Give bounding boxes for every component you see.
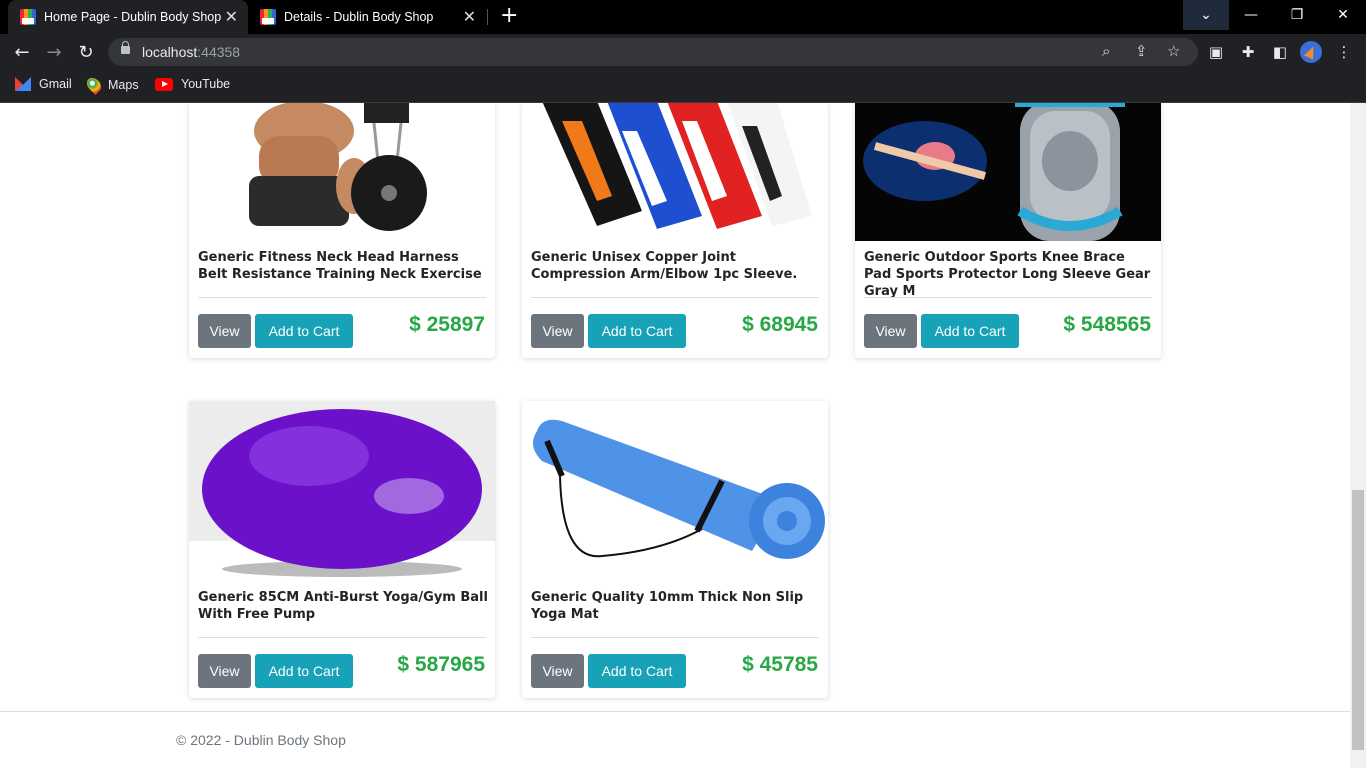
product-title[interactable]: Generic Quality 10mm Thick Non Slip Yoga… [531, 589, 821, 623]
product-card: Generic 85CM Anti-Burst Yoga/Gym Ball Wi… [189, 401, 495, 698]
address-bar[interactable]: localhost:44358 ⌕ ⇪ ☆ [108, 38, 1198, 66]
back-arrow-icon[interactable]: ← [10, 40, 34, 64]
product-price: $ 587965 [397, 653, 485, 676]
product-price: $ 68945 [742, 313, 818, 336]
youtube-icon [155, 77, 173, 91]
product-title[interactable]: Generic Outdoor Sports Knee Brace Pad Sp… [864, 249, 1154, 300]
knee-brace-image[interactable] [855, 103, 1161, 241]
product-card: Generic Fitness Neck Head Harness Belt R… [189, 103, 495, 358]
browser-tab-bar: Home Page - Dublin Body Shop ✕ Details -… [0, 0, 1366, 34]
tab-title: Home Page - Dublin Body Shop [44, 10, 222, 24]
reload-icon[interactable]: ↻ [74, 40, 98, 64]
divider [531, 637, 819, 638]
product-card: Generic Quality 10mm Thick Non Slip Yoga… [522, 401, 828, 698]
footer-divider [0, 711, 1350, 712]
view-button[interactable]: View [531, 314, 584, 348]
add-to-cart-button[interactable]: Add to Cart [588, 654, 686, 688]
url-text: localhost:44358 [142, 44, 241, 60]
maps-icon [84, 75, 104, 95]
product-card: Generic Unisex Copper Joint Compression … [522, 103, 828, 358]
share-icon[interactable]: ⇪ [1135, 42, 1148, 60]
bookmark-label: YouTube [181, 77, 231, 91]
bookmark-label: Gmail [39, 77, 72, 91]
scrollbar-thumb[interactable] [1352, 490, 1364, 750]
tab-details[interactable]: Details - Dublin Body Shop ✕ [248, 0, 486, 34]
close-tab-icon[interactable]: ✕ [463, 7, 476, 27]
arm-sleeves-image[interactable] [522, 103, 828, 241]
product-title[interactable]: Generic Unisex Copper Joint Compression … [531, 249, 821, 283]
tab-search-chevron-icon[interactable]: ⌄ [1183, 0, 1229, 30]
lock-icon[interactable] [121, 41, 130, 54]
tab-separator [487, 9, 488, 25]
restore-icon[interactable]: ❐ [1274, 0, 1320, 30]
close-tab-icon[interactable]: ✕ [225, 7, 238, 27]
minimize-icon[interactable]: — [1228, 0, 1274, 30]
tab-title: Details - Dublin Body Shop [284, 10, 434, 24]
bookmarks-bar: Gmail Maps YouTube [0, 70, 1366, 103]
bookmark-gmail[interactable]: Gmail [15, 77, 72, 91]
bookmark-maps[interactable]: Maps [84, 75, 139, 95]
bookmark-youtube[interactable]: YouTube [155, 77, 230, 91]
gym-ball-image[interactable] [189, 401, 495, 579]
neck-harness-image[interactable] [189, 103, 495, 241]
page-content: Generic Fitness Neck Head Harness Belt R… [0, 103, 1350, 768]
divider [864, 297, 1152, 298]
view-button[interactable]: View [531, 654, 584, 688]
side-panel-icon[interactable]: ◧ [1270, 42, 1290, 62]
gmail-icon [15, 77, 31, 91]
add-to-cart-button[interactable]: Add to Cart [921, 314, 1019, 348]
product-price: $ 548565 [1063, 313, 1151, 336]
tab-home-page[interactable]: Home Page - Dublin Body Shop ✕ [8, 0, 248, 34]
view-button[interactable]: View [864, 314, 917, 348]
add-to-cart-button[interactable]: Add to Cart [255, 654, 353, 688]
divider [198, 637, 486, 638]
bookmark-star-icon[interactable]: ☆ [1167, 42, 1180, 60]
add-to-cart-button[interactable]: Add to Cart [588, 314, 686, 348]
page-scrollbar[interactable] [1350, 103, 1366, 768]
forward-arrow-icon[interactable]: → [42, 40, 66, 64]
zoom-icon[interactable]: ⌕ [1102, 42, 1110, 60]
add-to-cart-button[interactable]: Add to Cart [255, 314, 353, 348]
shop-favicon-icon [260, 9, 276, 25]
bookmark-label: Maps [108, 78, 139, 92]
extension-icon[interactable]: ▣ [1206, 42, 1226, 62]
product-price: $ 45785 [742, 653, 818, 676]
divider [531, 297, 819, 298]
menu-kebab-icon[interactable]: ⋮ [1334, 42, 1354, 62]
footer-copyright: © 2022 - Dublin Body Shop [176, 732, 346, 748]
close-window-icon[interactable]: ✕ [1320, 0, 1366, 30]
product-card: Generic Outdoor Sports Knee Brace Pad Sp… [855, 103, 1161, 358]
puzzle-extensions-icon[interactable]: ✚ [1238, 42, 1258, 62]
view-button[interactable]: View [198, 314, 251, 348]
product-title[interactable]: Generic Fitness Neck Head Harness Belt R… [198, 249, 488, 283]
product-title[interactable]: Generic 85CM Anti-Burst Yoga/Gym Ball Wi… [198, 589, 488, 623]
view-button[interactable]: View [198, 654, 251, 688]
new-tab-plus-icon[interactable]: + [500, 5, 518, 27]
product-price: $ 25897 [409, 313, 485, 336]
shop-favicon-icon [20, 9, 36, 25]
profile-avatar[interactable] [1300, 41, 1322, 63]
yoga-mat-image[interactable] [522, 401, 828, 579]
divider [198, 297, 486, 298]
browser-toolbar: ← → ↻ localhost:44358 ⌕ ⇪ ☆ ▣ ✚ ◧ ⋮ [0, 34, 1366, 70]
